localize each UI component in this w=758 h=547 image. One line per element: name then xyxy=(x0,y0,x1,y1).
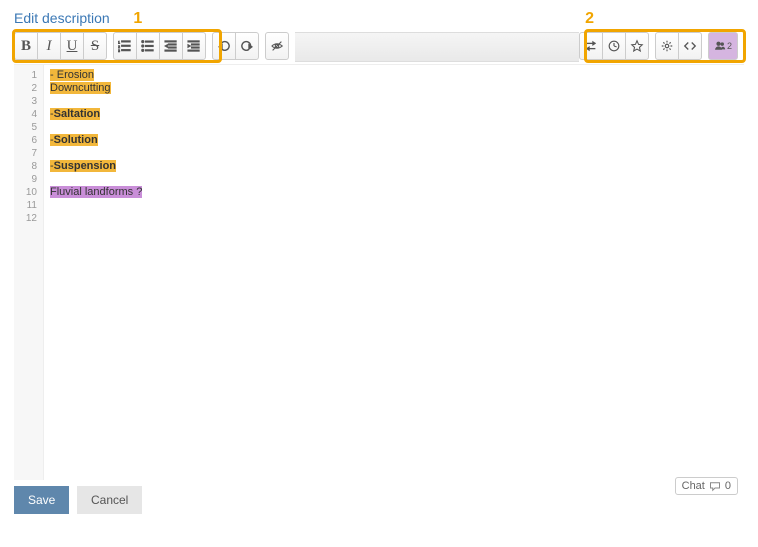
annotation-label-2: 2 xyxy=(585,10,594,28)
editor-line[interactable] xyxy=(50,147,738,160)
editor-line[interactable] xyxy=(50,95,738,108)
chat-button[interactable]: Chat 0 xyxy=(675,477,738,495)
undo-icon xyxy=(217,39,231,53)
line-number: 5 xyxy=(14,121,37,134)
active-users-button[interactable]: 2 xyxy=(708,32,738,60)
editor-line[interactable]: -Solution xyxy=(50,134,738,147)
line-number: 10 xyxy=(14,186,37,199)
svg-text:3: 3 xyxy=(118,49,120,53)
line-number-gutter: 123456789101112 xyxy=(14,65,44,480)
code-icon xyxy=(683,39,697,53)
chat-label: Chat xyxy=(682,480,705,492)
line-number: 1 xyxy=(14,69,37,82)
line-number: 12 xyxy=(14,212,37,225)
bold-button[interactable]: B xyxy=(14,32,38,60)
import-export-button[interactable] xyxy=(579,32,603,60)
editor-line[interactable]: -Saltation xyxy=(50,108,738,121)
editor-line[interactable] xyxy=(50,173,738,186)
editor-line[interactable]: Downcutting xyxy=(50,82,738,95)
annotation-label-1: 1 xyxy=(133,10,142,27)
editor-line[interactable]: - Erosion xyxy=(50,69,738,82)
unordered-list-icon xyxy=(141,39,155,53)
eye-slash-icon xyxy=(270,39,284,53)
indent-icon xyxy=(187,39,201,53)
editor-line[interactable] xyxy=(50,199,738,212)
chat-bubble-icon xyxy=(709,481,721,492)
unordered-list-button[interactable] xyxy=(136,32,160,60)
line-number: 4 xyxy=(14,108,37,121)
star-icon xyxy=(630,39,644,53)
settings-button[interactable] xyxy=(655,32,679,60)
line-number: 7 xyxy=(14,147,37,160)
outdent-icon xyxy=(164,39,178,53)
history-button[interactable] xyxy=(602,32,626,60)
outdent-button[interactable] xyxy=(159,32,183,60)
editor-content[interactable]: - ErosionDowncutting -Saltation -Solution -… xyxy=(44,65,744,480)
editor-line[interactable] xyxy=(50,121,738,134)
star-button[interactable] xyxy=(625,32,649,60)
line-number: 9 xyxy=(14,173,37,186)
source-button[interactable] xyxy=(678,32,702,60)
strikethrough-button[interactable]: S xyxy=(83,32,107,60)
cancel-button[interactable]: Cancel xyxy=(77,486,142,514)
users-icon xyxy=(714,40,726,52)
editor[interactable]: 123456789101112 - ErosionDowncutting-Sal… xyxy=(14,64,744,480)
redo-icon xyxy=(240,39,254,53)
toolbar-spacer xyxy=(295,32,579,62)
chat-count: 0 xyxy=(725,480,731,492)
indent-button[interactable] xyxy=(182,32,206,60)
editor-line[interactable]: Fluvial landforms ? xyxy=(50,186,738,199)
ordered-list-icon: 123 xyxy=(118,39,132,53)
toggle-visibility-button[interactable] xyxy=(265,32,289,60)
edit-description-link[interactable]: Edit description xyxy=(14,10,110,26)
toolbar: B I U S 123 xyxy=(14,32,744,62)
line-number: 3 xyxy=(14,95,37,108)
arrows-horizontal-icon xyxy=(584,39,598,53)
line-number: 2 xyxy=(14,82,37,95)
footer: Save Cancel xyxy=(14,486,744,514)
svg-text:1: 1 xyxy=(118,40,120,44)
svg-text:2: 2 xyxy=(118,45,120,49)
clock-icon xyxy=(607,39,621,53)
undo-button[interactable] xyxy=(212,32,236,60)
editor-line[interactable]: -Suspension xyxy=(50,160,738,173)
italic-button[interactable]: I xyxy=(37,32,61,60)
line-number: 11 xyxy=(14,199,37,212)
save-button[interactable]: Save xyxy=(14,486,69,514)
line-number: 8 xyxy=(14,160,37,173)
redo-button[interactable] xyxy=(235,32,259,60)
underline-button[interactable]: U xyxy=(60,32,84,60)
active-users-count: 2 xyxy=(727,41,732,51)
line-number: 6 xyxy=(14,134,37,147)
ordered-list-button[interactable]: 123 xyxy=(113,32,137,60)
editor-line[interactable] xyxy=(50,212,738,225)
gear-icon xyxy=(660,39,674,53)
